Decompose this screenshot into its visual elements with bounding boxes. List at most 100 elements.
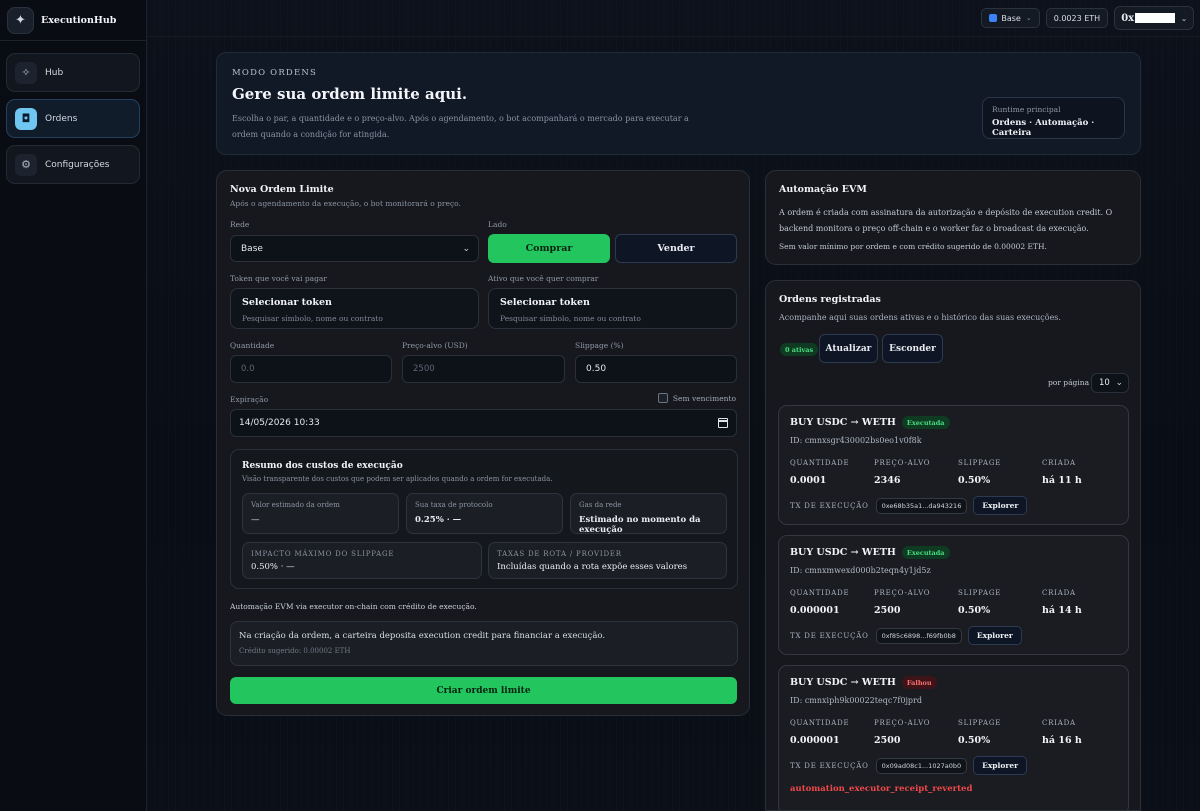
order-qty: 0.000001 xyxy=(790,735,840,746)
summary-title: Resumo dos custos de execução xyxy=(242,461,403,471)
col-slip-label: SLIPPAGE xyxy=(958,719,1002,727)
col-qty-label: QUANTIDADE xyxy=(790,459,850,467)
wallet-prefix: 0x xyxy=(1121,12,1135,24)
sidebar-item-label: Hub xyxy=(45,67,64,78)
pay-token-label: Token que você vai pagar xyxy=(230,274,327,283)
chevron-down-icon: ⌄ xyxy=(1115,378,1123,388)
buy-button[interactable]: Comprar xyxy=(488,234,610,263)
pay-token-selector[interactable]: Selecionar token Pesquisar símbolo, nome… xyxy=(230,288,479,329)
slippage-impact-box: IMPACTO MÁXIMO DO SLIPPAGE 0.50% · — xyxy=(242,542,482,579)
quantity-input[interactable]: 0.0 xyxy=(230,355,392,383)
slippage-impact-label: IMPACTO MÁXIMO DO SLIPPAGE xyxy=(251,550,395,558)
sidebar-item-ordens[interactable]: ◘ Ordens xyxy=(6,99,140,138)
runtime-label: Runtime principal xyxy=(992,105,1061,114)
explorer-button[interactable]: Explorer xyxy=(973,496,1028,515)
explorer-button[interactable]: Explorer xyxy=(973,756,1028,775)
brand: ✦ ExecutionHub xyxy=(0,0,146,41)
col-price-label: PREÇO-ALVO xyxy=(874,719,931,727)
rede-label: Rede xyxy=(230,220,250,229)
col-tx-label: TX DE EXECUÇÃO xyxy=(790,501,869,510)
wallet-button[interactable]: 0x ⌄ xyxy=(1114,6,1194,30)
status-badge: Executada xyxy=(901,546,950,559)
network-selector[interactable]: Base ⌄ xyxy=(981,8,1040,28)
execution-credit-box: Na criação da ordem, a carteira deposita… xyxy=(230,621,738,666)
gear-icon: ⚙ xyxy=(15,153,37,176)
create-limit-order-button[interactable]: Criar ordem limite xyxy=(230,677,737,704)
buy-token-selector[interactable]: Selecionar token Pesquisar símbolo, nome… xyxy=(488,288,737,329)
hide-button[interactable]: Esconder xyxy=(882,334,943,363)
network-select[interactable]: Base ⌄ xyxy=(230,235,479,262)
no-expiry-toggle[interactable]: Sem vencimento xyxy=(657,393,736,403)
calendar-icon[interactable] xyxy=(718,418,728,428)
select-token-label: Selecionar token xyxy=(500,297,590,308)
form-subtitle: Após o agendamento da execução, o bot mo… xyxy=(230,199,461,208)
wallet-address-redacted xyxy=(1135,13,1176,23)
new-order-panel: Nova Ordem Limite Após o agendamento da … xyxy=(216,170,750,716)
sidebar: ✦ ExecutionHub ✧ Hub ◘ Ordens ⚙ Configur… xyxy=(0,0,147,811)
sell-button[interactable]: Vender xyxy=(615,234,737,263)
tx-hash: 0xf85c6898...f69fb0b8 xyxy=(875,627,962,644)
order-created: há 16 h xyxy=(1042,735,1082,746)
col-tx-label: TX DE EXECUÇÃO xyxy=(790,631,869,640)
sidebar-item-label: Configurações xyxy=(45,159,110,170)
order-created: há 14 h xyxy=(1042,605,1082,616)
gas-label: Gas da rede xyxy=(579,501,622,509)
no-expiry-checkbox[interactable] xyxy=(657,393,668,403)
estimated-value: — xyxy=(251,515,260,525)
order-card: BUY USDC → WETH Executada ID: cmnxsgr4300… xyxy=(778,405,1129,525)
order-pair: BUY USDC → WETH xyxy=(790,677,896,688)
order-qty: 0.0001 xyxy=(790,475,827,486)
topbar: Base ⌄ 0.0023 ETH 0x ⌄ xyxy=(148,0,1200,37)
expiration-label: Expiração xyxy=(230,395,269,404)
lado-label: Lado xyxy=(488,220,507,229)
select-token-hint: Pesquisar símbolo, nome ou contrato xyxy=(242,314,383,323)
order-price: 2500 xyxy=(874,735,901,746)
active-count-badge: 0 ativas xyxy=(780,343,819,356)
refresh-button[interactable]: Atualizar xyxy=(819,334,878,363)
slippage-impact-value: 0.50% · — xyxy=(251,562,295,572)
orders-panel: Ordens registradas Acompanhe aqui suas o… xyxy=(765,280,1141,811)
balance-pill: 0.0023 ETH xyxy=(1045,8,1109,28)
order-slippage: 0.50% xyxy=(958,475,991,486)
no-expiry-label: Sem vencimento xyxy=(672,393,736,403)
order-id: ID: cmnxiph9k00022teqc7f0jprd xyxy=(790,696,922,705)
route-fees-value: Incluídas quando a rota expõe esses valo… xyxy=(497,562,688,572)
route-fees-box: TAXAS DE ROTA / PROVIDER Incluídas quand… xyxy=(488,542,727,579)
target-price-input[interactable]: 2500 xyxy=(402,355,565,383)
network-select-value: Base xyxy=(241,243,263,254)
chevron-down-icon: ⌄ xyxy=(1181,13,1187,23)
select-token-hint: Pesquisar símbolo, nome ou contrato xyxy=(500,314,641,323)
order-pair: BUY USDC → WETH xyxy=(790,547,896,558)
quantity-placeholder: 0.0 xyxy=(241,364,255,374)
tx-hash: 0x09ad08c1...1027a0b0 xyxy=(875,757,968,774)
order-slippage: 0.50% xyxy=(958,735,991,746)
order-id: ID: cmnxsgr430002bs0eo1v0f8k xyxy=(790,436,922,445)
select-token-label: Selecionar token xyxy=(242,297,332,308)
col-created-label: CRIADA xyxy=(1042,459,1076,467)
orders-subtitle: Acompanhe aqui suas ordens ativas e o hi… xyxy=(779,313,1061,322)
sparkle-icon: ✧ xyxy=(15,61,37,84)
slippage-input[interactable]: 0.50 xyxy=(575,355,737,383)
explorer-button[interactable]: Explorer xyxy=(967,626,1022,645)
col-tx-label: TX DE EXECUÇÃO xyxy=(790,761,869,770)
estimated-value-box: Valor estimado da ordem — xyxy=(242,493,399,534)
sidebar-item-hub[interactable]: ✧ Hub xyxy=(6,53,140,92)
chevron-down-icon: ⌄ xyxy=(1025,14,1032,22)
col-created-label: CRIADA xyxy=(1042,589,1076,597)
col-qty-label: QUANTIDADE xyxy=(790,589,850,597)
target-price-label: Preço-alvo (USD) xyxy=(402,341,468,350)
buy-token-label: Ativo que você quer comprar xyxy=(488,274,599,283)
sidebar-item-configuracoes[interactable]: ⚙ Configurações xyxy=(6,145,140,184)
expiration-datetime-input[interactable]: 14/05/2026 10:33 xyxy=(230,409,737,437)
evm-small: Sem valor mínimo por ordem e com crédito… xyxy=(779,242,1047,251)
base-network-icon xyxy=(989,14,998,22)
slippage-value: 0.50 xyxy=(586,364,607,374)
runtime-value: Ordens · Automação · Carteira xyxy=(992,118,1095,138)
col-price-label: PREÇO-ALVO xyxy=(874,589,931,597)
sidebar-item-label: Ordens xyxy=(45,113,78,124)
per-page-select[interactable]: 10 ⌄ xyxy=(1091,373,1129,393)
order-slippage: 0.50% xyxy=(958,605,991,616)
col-price-label: PREÇO-ALVO xyxy=(874,459,931,467)
summary-subtitle: Visão transparente dos custos que podem … xyxy=(242,475,553,483)
sparkle-logo-icon: ✦ xyxy=(7,6,34,34)
